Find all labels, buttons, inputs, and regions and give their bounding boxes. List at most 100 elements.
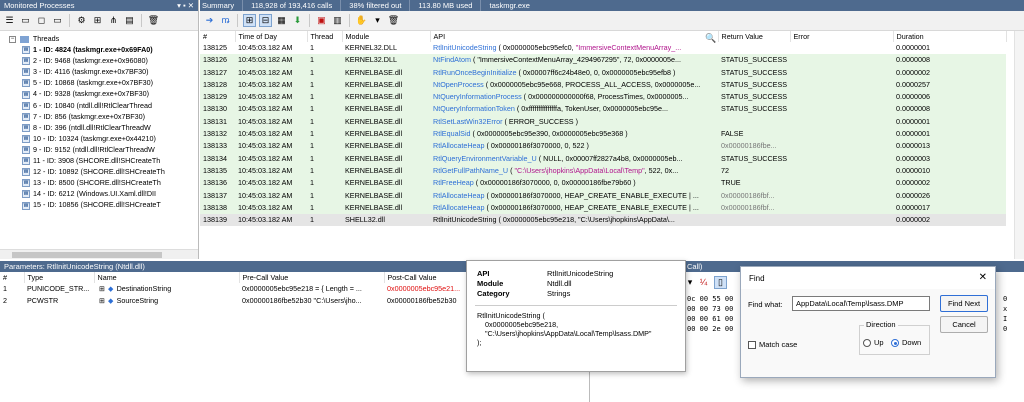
param-column-header[interactable]: Type — [24, 272, 95, 283]
table-row[interactable]: 138138 10:45:03.182 AM 1 KERNELBASE.dll RtlA… — [200, 201, 1006, 215]
param-column-header[interactable]: Name — [94, 272, 240, 283]
download-icon[interactable]: ⬇ — [291, 14, 304, 27]
table-row[interactable]: 138129 10:45:03.182 AM 1 KERNELBASE.dll NtQu… — [200, 91, 1006, 104]
threads-icon[interactable]: ⋔ — [107, 14, 120, 27]
thread-row[interactable]: W2 - ID: 9468 (taskmgr.exe+0x96080) — [0, 55, 198, 66]
error-value — [790, 164, 893, 178]
column-header[interactable]: Error — [790, 31, 894, 42]
time-of-day: 10:45:03.182 AM — [235, 177, 307, 190]
highlight-icon[interactable]: ▣ — [315, 14, 328, 27]
thread-row[interactable]: W 13 - ID: 8500 (SHCORE.dll!SHCreateTh — [0, 177, 198, 188]
window-alt-icon[interactable]: ▭ — [51, 14, 64, 27]
time-of-day: 10:45:03.182 AM — [235, 78, 307, 92]
summary-label[interactable]: Summary — [202, 0, 244, 11]
gear-icon[interactable]: ⚙ — [75, 14, 88, 27]
return-value: STATUS_SUCCESS — [718, 54, 790, 67]
tooltip-key: Module — [477, 279, 504, 288]
thread-label: 2 - ID: 9468 (taskmgr.exe+0x96080) — [33, 56, 148, 66]
table-row[interactable]: 138126 10:45:03.182 AM 1 KERNEL32.DLL NtFind… — [200, 54, 1006, 67]
thread-row[interactable]: W8 - ID: 396 (ntdll.dll!RtlClearThreadW — [0, 122, 198, 133]
list-tree-icon[interactable]: ⊟ — [259, 14, 272, 27]
param-column-header[interactable]: # — [0, 272, 25, 283]
column-header[interactable]: Thread — [307, 31, 343, 42]
close-icon[interactable]: ✕ — [979, 272, 987, 283]
match-case-checkbox[interactable] — [748, 341, 756, 349]
arrow-right-icon[interactable]: ➔ — [203, 14, 216, 27]
thread-row[interactable]: W9 - ID: 9152 (ntdll.dll!RtlClearThreadW — [0, 144, 198, 155]
api-call: RtlEqualSid ( 0x0000005ebc95e390, 0x0000… — [430, 128, 718, 141]
api-search-icon[interactable]: 🔍 — [705, 33, 716, 44]
column-header[interactable]: Module — [342, 31, 431, 42]
column-header[interactable]: # — [200, 31, 236, 42]
table-row[interactable]: 138128 10:45:03.182 AM 1 KERNELBASE.dll NtOp… — [200, 78, 1006, 92]
table-row[interactable]: 138133 10:45:03.182 AM 1 KERNELBASE.dll RtlA… — [200, 140, 1006, 153]
api-function: RtlRunOnceBeginInitialize — [433, 67, 517, 77]
tree-icon[interactable]: ⊞ — [91, 14, 104, 27]
trash-icon[interactable]: 🗑 — [387, 14, 400, 27]
thread-row[interactable]: W 14 - ID: 6212 (Windows.UI.Xaml.dll!DII — [0, 188, 198, 199]
expand-icon[interactable]: ⊞ — [99, 284, 105, 293]
down-radio[interactable] — [891, 339, 899, 347]
find-next-button[interactable]: Find Next — [940, 295, 988, 312]
expand-icon[interactable]: ⊞ — [99, 296, 105, 305]
grid-icon[interactable]: ▦ — [275, 14, 288, 27]
threads-root[interactable]: − Threads — [0, 33, 198, 44]
scroll-thumb[interactable] — [12, 252, 162, 258]
table-row[interactable]: 138134 10:45:03.182 AM 1 KERNELBASE.dll RtlQ… — [200, 152, 1006, 165]
table-row[interactable]: 138136 10:45:03.182 AM 1 KERNELBASE.dll RtlF… — [200, 177, 1006, 190]
thread-label: 14 - ID: 6212 (Windows.UI.Xaml.dll!DII — [33, 189, 157, 199]
table-row[interactable]: 138130 10:45:03.182 AM 1 KERNELBASE.dll NtQu… — [200, 103, 1006, 116]
find-what-input[interactable]: AppData\Local\Temp\lsass.DMP — [792, 296, 930, 311]
stop-icon[interactable]: ◻ — [35, 14, 48, 27]
thread-id: 1 — [307, 164, 342, 178]
api-args: ( "ImmersiveContextMenuArray_4294967295"… — [470, 55, 682, 65]
thread-row[interactable]: W 10 - ID: 10324 (taskmgr.exe+0x44210) — [0, 133, 198, 144]
hand-icon[interactable]: ✋ — [355, 14, 368, 27]
filter-icon[interactable]: ▤ — [123, 14, 136, 27]
panel-title-controls[interactable]: ▾ ▪ ✕ — [177, 0, 194, 11]
error-value — [790, 42, 893, 55]
column-header[interactable]: Return Value — [718, 31, 791, 42]
thread-row[interactable]: W3 - ID: 4116 (taskmgr.exe+0x7BF30) — [0, 66, 198, 77]
dropdown-icon[interactable]: ▾ — [371, 14, 384, 27]
column-header[interactable]: API — [430, 31, 719, 42]
table-row[interactable]: 138137 10:45:03.182 AM 1 KERNELBASE.dll RtlA… — [200, 189, 1006, 202]
thread-row[interactable]: W4 - ID: 9328 (taskmgr.exe+0x7BF30) — [0, 88, 198, 99]
thread-row[interactable]: W 11 - ID: 3908 (SHCORE.dll!SHCreateTh — [0, 155, 198, 166]
table-row[interactable]: 138139 10:45:03.182 AM 1 SHELL32.dll RtlInit… — [200, 214, 1006, 227]
column-header[interactable]: Duration — [893, 31, 1007, 42]
table-row[interactable]: 138135 10:45:03.182 AM 1 KERNELBASE.dll RtlG… — [200, 164, 1006, 178]
find-icon[interactable]: ꬺ — [219, 14, 232, 27]
columns-icon[interactable]: ▥ — [331, 14, 344, 27]
thread-id: 1 — [307, 214, 342, 227]
api-function: NtOpenProcess — [433, 79, 484, 89]
duration: 0.0000006 — [893, 91, 1006, 104]
column-header[interactable]: Time of Day — [235, 31, 308, 42]
param-column-header[interactable]: Pre-Call Value — [239, 272, 385, 283]
thread-row[interactable]: W 15 - ID: 10856 (SHCORE.dll!SHCreateT — [0, 199, 198, 210]
table-row[interactable]: 138132 10:45:03.182 AM 1 KERNELBASE.dll RtlE… — [200, 128, 1006, 141]
table-row[interactable]: 138125 10:45:03.182 AM 1 KERNEL32.DLL RtlIni… — [200, 42, 1006, 55]
cancel-button[interactable]: Cancel — [940, 316, 988, 333]
horizontal-scrollbar[interactable] — [0, 249, 198, 259]
thread-row[interactable]: W 12 - ID: 10892 (SHCORE.dll!SHCreateTh — [0, 166, 198, 177]
thread-label: 12 - ID: 10892 (SHCORE.dll!SHCreateTh — [33, 167, 165, 177]
thread-row[interactable]: W6 - ID: 10840 (ntdll.dll!RtlClearThread — [0, 100, 198, 111]
thread-w-icon: W — [22, 168, 30, 177]
thread-row[interactable]: W1 - ID: 4824 (taskmgr.exe+0x69FA0) — [0, 44, 198, 55]
duration: 0.0000017 — [893, 201, 1006, 215]
tree-view-icon[interactable]: ⊞ — [243, 14, 256, 27]
list-view-icon[interactable]: ☰ — [3, 14, 16, 27]
hex-view-icon[interactable]: ▯ — [714, 275, 727, 289]
table-row[interactable]: 138127 10:45:03.182 AM 1 KERNELBASE.dll RtlR… — [200, 66, 1006, 79]
thread-row[interactable]: W5 - ID: 10868 (taskmgr.exe+0x7BF30) — [0, 77, 198, 88]
hex-format-icon[interactable]: ¼ — [697, 276, 710, 289]
thread-row[interactable]: W7 - ID: 856 (taskmgr.exe+0x7BF30) — [0, 111, 198, 122]
table-row[interactable]: 138131 10:45:03.182 AM 1 KERNELBASE.dll RtlS… — [200, 115, 1006, 129]
hex-dropdown-icon[interactable]: ▾ — [687, 276, 693, 289]
collapse-icon[interactable]: − — [9, 35, 16, 43]
window-icon[interactable]: ▭ — [19, 14, 32, 27]
delete-icon[interactable]: 🗑 — [147, 14, 160, 27]
vertical-scrollbar[interactable] — [1014, 31, 1024, 259]
up-radio[interactable] — [863, 339, 871, 347]
